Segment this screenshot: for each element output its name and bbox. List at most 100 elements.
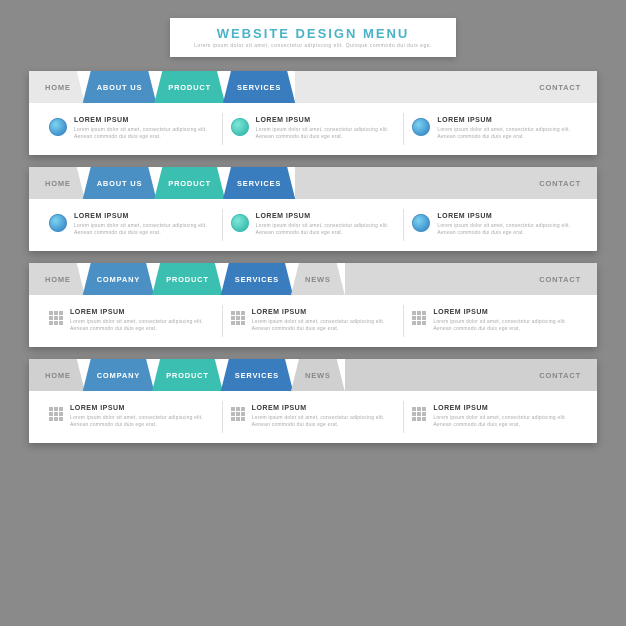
col-desc-2-1: Lorem ipsum dolor sit amet, consectetur … [74, 223, 207, 237]
grid-icon-3-1 [49, 311, 63, 325]
tab-product-1[interactable]: PRODUCT [154, 71, 225, 103]
col-title-2-3: LOREM IPSUM [437, 213, 570, 220]
grid-icon-4-1 [49, 407, 63, 421]
tab-services-3[interactable]: SERVICES [221, 263, 293, 295]
nav-content-4: LOREM IPSUM Lorem ipsum dolor sit amet, … [29, 391, 597, 443]
content-col-2-2: LOREM IPSUM Lorem ipsum dolor sit amet, … [223, 209, 405, 241]
col-title-1-3: LOREM IPSUM [437, 117, 570, 124]
grid-icon-4-2 [231, 407, 245, 421]
menu-card-1: HOME ABOUT US PRODUCT SERVICES CONTACT L… [29, 71, 597, 155]
col-text-1-1: LOREM IPSUM Lorem ipsum dolor sit amet, … [74, 117, 207, 141]
tab-fill-4 [345, 359, 524, 391]
grid-icon-4-3 [412, 407, 426, 421]
col-title-1-2: LOREM IPSUM [256, 117, 389, 124]
tab-aboutus-1[interactable]: ABOUT US [83, 71, 157, 103]
menu-card-2: HOME ABOUT US PRODUCT SERVICES CONTACT L… [29, 167, 597, 251]
col-desc-1-2: Lorem ipsum dolor sit amet, consectetur … [256, 127, 389, 141]
page-subtitle: Lorem ipsum dolor sit amet, consectetur … [194, 43, 432, 49]
content-col-3-3: LOREM IPSUM Lorem ipsum dolor sit amet, … [404, 305, 585, 337]
col-desc-2-2: Lorem ipsum dolor sit amet, consectetur … [256, 223, 389, 237]
col-title-4-1: LOREM IPSUM [70, 405, 203, 412]
col-desc-4-3: Lorem ipsum dolor sit amet, consectetur … [433, 415, 566, 429]
col-text-1-2: LOREM IPSUM Lorem ipsum dolor sit amet, … [256, 117, 389, 141]
nav-bar-1: HOME ABOUT US PRODUCT SERVICES CONTACT [29, 71, 597, 103]
content-col-4-3: LOREM IPSUM Lorem ipsum dolor sit amet, … [404, 401, 585, 433]
tab-aboutus-2[interactable]: ABOUT US [83, 167, 157, 199]
col-text-4-3: LOREM IPSUM Lorem ipsum dolor sit amet, … [433, 405, 566, 429]
tab-company-4[interactable]: COMPANY [83, 359, 154, 391]
col-desc-4-2: Lorem ipsum dolor sit amet, consectetur … [252, 415, 385, 429]
tab-company-3[interactable]: COMPANY [83, 263, 154, 295]
col-title-2-1: LOREM IPSUM [74, 213, 207, 220]
tab-home-2[interactable]: HOME [29, 167, 85, 199]
col-desc-3-3: Lorem ipsum dolor sit amet, consectetur … [433, 319, 566, 333]
tab-services-1[interactable]: SERVICES [223, 71, 295, 103]
col-icon-2-2 [231, 214, 249, 232]
content-col-1-2: LOREM IPSUM Lorem ipsum dolor sit amet, … [223, 113, 405, 145]
tab-contact-2[interactable]: CONTACT [523, 167, 597, 199]
tab-services-2[interactable]: SERVICES [223, 167, 295, 199]
col-title-1-1: LOREM IPSUM [74, 117, 207, 124]
col-title-4-2: LOREM IPSUM [252, 405, 385, 412]
tab-fill-2 [295, 167, 523, 199]
tab-product-2[interactable]: PRODUCT [154, 167, 225, 199]
content-col-4-2: LOREM IPSUM Lorem ipsum dolor sit amet, … [223, 401, 405, 433]
grid-icon-3-3 [412, 311, 426, 325]
content-col-2-3: LOREM IPSUM Lorem ipsum dolor sit amet, … [404, 209, 585, 241]
col-text-4-1: LOREM IPSUM Lorem ipsum dolor sit amet, … [70, 405, 203, 429]
tab-contact-4[interactable]: CONTACT [523, 359, 597, 391]
content-col-3-2: LOREM IPSUM Lorem ipsum dolor sit amet, … [223, 305, 405, 337]
content-col-1-1: LOREM IPSUM Lorem ipsum dolor sit amet, … [41, 113, 223, 145]
col-desc-4-1: Lorem ipsum dolor sit amet, consectetur … [70, 415, 203, 429]
nav-content-2: LOREM IPSUM Lorem ipsum dolor sit amet, … [29, 199, 597, 251]
nav-content-1: LOREM IPSUM Lorem ipsum dolor sit amet, … [29, 103, 597, 155]
col-icon-2-1 [49, 214, 67, 232]
content-col-3-1: LOREM IPSUM Lorem ipsum dolor sit amet, … [41, 305, 223, 337]
col-icon-1-1 [49, 118, 67, 136]
tab-product-4[interactable]: PRODUCT [152, 359, 223, 391]
col-desc-3-1: Lorem ipsum dolor sit amet, consectetur … [70, 319, 203, 333]
col-text-2-2: LOREM IPSUM Lorem ipsum dolor sit amet, … [256, 213, 389, 237]
col-icon-2-3 [412, 214, 430, 232]
col-text-3-1: LOREM IPSUM Lorem ipsum dolor sit amet, … [70, 309, 203, 333]
page-title: WEBSITE DESIGN MENU [194, 26, 432, 41]
nav-bar-2: HOME ABOUT US PRODUCT SERVICES CONTACT [29, 167, 597, 199]
col-text-3-3: LOREM IPSUM Lorem ipsum dolor sit amet, … [433, 309, 566, 333]
content-col-2-1: LOREM IPSUM Lorem ipsum dolor sit amet, … [41, 209, 223, 241]
col-text-2-1: LOREM IPSUM Lorem ipsum dolor sit amet, … [74, 213, 207, 237]
tab-news-4[interactable]: NEWS [291, 359, 345, 391]
tab-product-3[interactable]: PRODUCT [152, 263, 223, 295]
nav-bar-4: HOME COMPANY PRODUCT SERVICES NEWS CONTA… [29, 359, 597, 391]
nav-content-3: LOREM IPSUM Lorem ipsum dolor sit amet, … [29, 295, 597, 347]
tab-fill-3 [345, 263, 524, 295]
col-title-3-2: LOREM IPSUM [252, 309, 385, 316]
grid-icon-3-2 [231, 311, 245, 325]
tab-news-3[interactable]: NEWS [291, 263, 345, 295]
content-col-4-1: LOREM IPSUM Lorem ipsum dolor sit amet, … [41, 401, 223, 433]
col-icon-1-3 [412, 118, 430, 136]
tab-home-4[interactable]: HOME [29, 359, 85, 391]
tab-fill-1 [295, 71, 523, 103]
tab-services-4[interactable]: SERVICES [221, 359, 293, 391]
col-title-2-2: LOREM IPSUM [256, 213, 389, 220]
menu-card-4: HOME COMPANY PRODUCT SERVICES NEWS CONTA… [29, 359, 597, 443]
col-desc-2-3: Lorem ipsum dolor sit amet, consectetur … [437, 223, 570, 237]
col-title-4-3: LOREM IPSUM [433, 405, 566, 412]
col-text-1-3: LOREM IPSUM Lorem ipsum dolor sit amet, … [437, 117, 570, 141]
col-text-4-2: LOREM IPSUM Lorem ipsum dolor sit amet, … [252, 405, 385, 429]
menu-card-3: HOME COMPANY PRODUCT SERVICES NEWS CONTA… [29, 263, 597, 347]
tab-home-1[interactable]: HOME [29, 71, 85, 103]
col-icon-1-2 [231, 118, 249, 136]
col-desc-3-2: Lorem ipsum dolor sit amet, consectetur … [252, 319, 385, 333]
col-desc-1-1: Lorem ipsum dolor sit amet, consectetur … [74, 127, 207, 141]
col-text-2-3: LOREM IPSUM Lorem ipsum dolor sit amet, … [437, 213, 570, 237]
tab-contact-1[interactable]: CONTACT [523, 71, 597, 103]
content-col-1-3: LOREM IPSUM Lorem ipsum dolor sit amet, … [404, 113, 585, 145]
nav-bar-3: HOME COMPANY PRODUCT SERVICES NEWS CONTA… [29, 263, 597, 295]
col-text-3-2: LOREM IPSUM Lorem ipsum dolor sit amet, … [252, 309, 385, 333]
col-desc-1-3: Lorem ipsum dolor sit amet, consectetur … [437, 127, 570, 141]
tab-home-3[interactable]: HOME [29, 263, 85, 295]
tab-contact-3[interactable]: CONTACT [523, 263, 597, 295]
col-title-3-1: LOREM IPSUM [70, 309, 203, 316]
col-title-3-3: LOREM IPSUM [433, 309, 566, 316]
